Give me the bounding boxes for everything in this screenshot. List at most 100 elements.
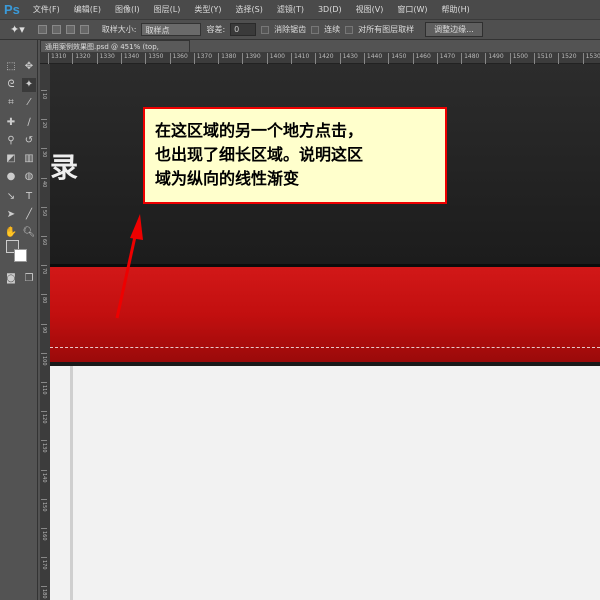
ruler-tick-label: 140 bbox=[41, 469, 47, 482]
sample-all-checkbox[interactable] bbox=[345, 25, 354, 34]
ruler-tick-label: 1520 bbox=[558, 53, 577, 64]
ruler-tick-label: 1390 bbox=[242, 53, 261, 64]
ruler-tick-label: 1510 bbox=[534, 53, 552, 64]
horizontal-ruler[interactable]: 1310 1320 1330 1340 1350 1360 1370 1380 1390 1400… bbox=[40, 52, 600, 64]
screen-mode-icon[interactable]: ❐ bbox=[22, 272, 36, 286]
ruler-tick-label: 160 bbox=[41, 528, 47, 541]
healing-icon[interactable]: ✚ bbox=[4, 116, 18, 130]
ruler-tick-label: 70 bbox=[41, 265, 47, 275]
band-bottom-edge bbox=[50, 362, 600, 366]
ruler-tick-label: 1470 bbox=[436, 53, 455, 64]
eraser-icon[interactable]: ◩ bbox=[4, 152, 18, 166]
zoom-icon[interactable]: 🔍︎ bbox=[22, 226, 36, 240]
content-border-line bbox=[70, 366, 73, 600]
tolerance-label: 容差: bbox=[206, 25, 226, 34]
ruler-tick-label: 20 bbox=[41, 119, 47, 129]
line-icon[interactable]: ╱ bbox=[22, 208, 36, 222]
ruler-tick-label: 1310 bbox=[48, 53, 66, 64]
move-icon[interactable]: ✥ bbox=[22, 60, 36, 74]
callout-line: 也出现了细长区域。说明这区 bbox=[155, 145, 364, 164]
tolerance-input[interactable]: 0 bbox=[230, 23, 257, 36]
sample-size-select[interactable]: 取样点 bbox=[141, 23, 202, 36]
dodge-icon[interactable]: ◍ bbox=[22, 170, 36, 184]
eyedropper-icon[interactable]: ⁄ bbox=[22, 96, 36, 110]
add-selection-icon[interactable] bbox=[51, 25, 61, 34]
sample-size-label: 取样大小: bbox=[101, 25, 137, 34]
ruler-tick-label: 120 bbox=[41, 411, 47, 424]
ruler-tick-label: 80 bbox=[41, 294, 47, 304]
vertical-ruler[interactable]: 10 20 30 40 50 60 70 80 90 100 110 120 130 140 150 160 1… bbox=[40, 64, 50, 600]
ruler-tick-label: 40 bbox=[41, 177, 47, 187]
brush-icon[interactable]: ∕ bbox=[22, 116, 36, 130]
ruler-tick-label: 130 bbox=[41, 440, 47, 453]
menu-layer[interactable]: 图层(L) bbox=[147, 4, 188, 15]
menu-3d[interactable]: 3D(D) bbox=[311, 5, 349, 14]
menu-view[interactable]: 视图(V) bbox=[349, 4, 391, 15]
contiguous-label: 连续 bbox=[324, 25, 341, 34]
pen-icon[interactable]: ↘ bbox=[4, 190, 18, 204]
ruler-tick-label: 1330 bbox=[96, 53, 115, 64]
gradient-icon[interactable]: ▥ bbox=[22, 152, 36, 166]
photoshop-logo: Ps bbox=[4, 2, 20, 17]
ruler-tick-label: 1350 bbox=[145, 53, 163, 64]
ruler-tick-label: 1490 bbox=[485, 53, 504, 64]
marquee-icon[interactable]: ⬚ bbox=[4, 60, 18, 74]
contiguous-checkbox[interactable] bbox=[311, 25, 320, 34]
ruler-tick-label: 100 bbox=[41, 352, 47, 365]
ruler-tick-label: 1430 bbox=[339, 53, 358, 64]
annotation-callout: 在这区域的另一个地方点击， 也出现了细长区域。说明这区 域为纵向的线性渐变 bbox=[143, 107, 447, 204]
quick-mask-icon[interactable]: ◙ bbox=[4, 272, 18, 286]
menu-image[interactable]: 图像(I) bbox=[108, 4, 147, 15]
menu-type[interactable]: 类型(Y) bbox=[187, 4, 228, 15]
hand-icon[interactable]: ✋ bbox=[4, 226, 18, 240]
ruler-tick-label: 1530 bbox=[582, 53, 600, 64]
ruler-tick-label: 150 bbox=[41, 498, 47, 511]
ruler-tick-label: 10 bbox=[41, 90, 47, 99]
ruler-tick-label: 1440 bbox=[363, 53, 382, 64]
ruler-tick-label: 110 bbox=[41, 382, 47, 395]
ruler-tick-label: 50 bbox=[41, 206, 47, 216]
ruler-tick-label: 30 bbox=[41, 148, 47, 158]
menu-edit[interactable]: 编辑(E) bbox=[67, 4, 108, 15]
callout-line: 在这区域的另一个地方点击， bbox=[155, 121, 364, 140]
history-brush-icon[interactable]: ↺ bbox=[22, 134, 36, 148]
subtract-selection-icon[interactable] bbox=[65, 25, 75, 34]
menu-filter[interactable]: 滤镜(T) bbox=[270, 4, 311, 15]
stamp-icon[interactable]: ⚲ bbox=[4, 134, 18, 148]
menu-file[interactable]: 文件(F) bbox=[26, 4, 67, 15]
menu-select[interactable]: 选择(S) bbox=[229, 4, 270, 15]
refine-edge-button[interactable]: 调整边缘... bbox=[425, 22, 483, 37]
menu-bar: Ps 文件(F) 编辑(E) 图像(I) 图层(L) 类型(Y) 选择(S) 滤… bbox=[0, 0, 600, 20]
intersect-selection-icon[interactable] bbox=[79, 25, 89, 34]
magic-wand-icon[interactable]: ✦▾ bbox=[10, 23, 25, 36]
ruler-tick-label: 170 bbox=[41, 557, 47, 570]
ruler-tick-label: 1380 bbox=[218, 53, 236, 64]
ruler-tick-label: 1400 bbox=[266, 53, 285, 64]
ruler-tick-label: 1360 bbox=[169, 53, 188, 64]
ruler-tick-label: 180 bbox=[41, 586, 47, 599]
background-color-swatch[interactable] bbox=[14, 249, 27, 262]
ruler-tick-label: 1420 bbox=[315, 53, 334, 64]
document-tab[interactable]: 通用案例效果图.psd @ 451% (top, RGB/8) * × bbox=[40, 40, 190, 60]
canvas-glyph: 录 bbox=[50, 151, 79, 184]
sample-all-label: 对所有图层取样 bbox=[358, 25, 415, 34]
path-select-icon[interactable]: ➤ bbox=[4, 208, 18, 222]
lasso-icon[interactable]: ᘓ bbox=[4, 78, 18, 92]
menu-window[interactable]: 窗口(W) bbox=[390, 4, 434, 15]
blur-icon[interactable]: ● bbox=[4, 170, 18, 184]
tools-panel: ⬚ ✥ ᘓ ✦ ⌗ ⁄ ✚ ∕ ⚲ ↺ ◩ ▥ ● ◍ ↘ T ➤ ╱ ✋ 🔍︎… bbox=[0, 40, 38, 600]
ruler-tick-label: 1410 bbox=[291, 53, 309, 64]
antialias-checkbox[interactable] bbox=[261, 25, 270, 34]
menu-help[interactable]: 帮助(H) bbox=[435, 4, 477, 15]
ruler-tick-label: 1460 bbox=[412, 53, 431, 64]
new-selection-icon[interactable] bbox=[37, 25, 47, 34]
magic-wand-tool-icon[interactable]: ✦ bbox=[22, 78, 36, 92]
ruler-tick-label: 1450 bbox=[388, 53, 406, 64]
crop-icon[interactable]: ⌗ bbox=[4, 96, 18, 110]
ruler-tick-label: 90 bbox=[41, 323, 47, 333]
ruler-tick-label: 1340 bbox=[120, 53, 139, 64]
ruler-tick-label: 1500 bbox=[509, 53, 528, 64]
ruler-tick-label: 1370 bbox=[193, 53, 212, 64]
type-icon[interactable]: T bbox=[22, 190, 36, 204]
callout-line: 域为纵向的线性渐变 bbox=[155, 169, 300, 188]
